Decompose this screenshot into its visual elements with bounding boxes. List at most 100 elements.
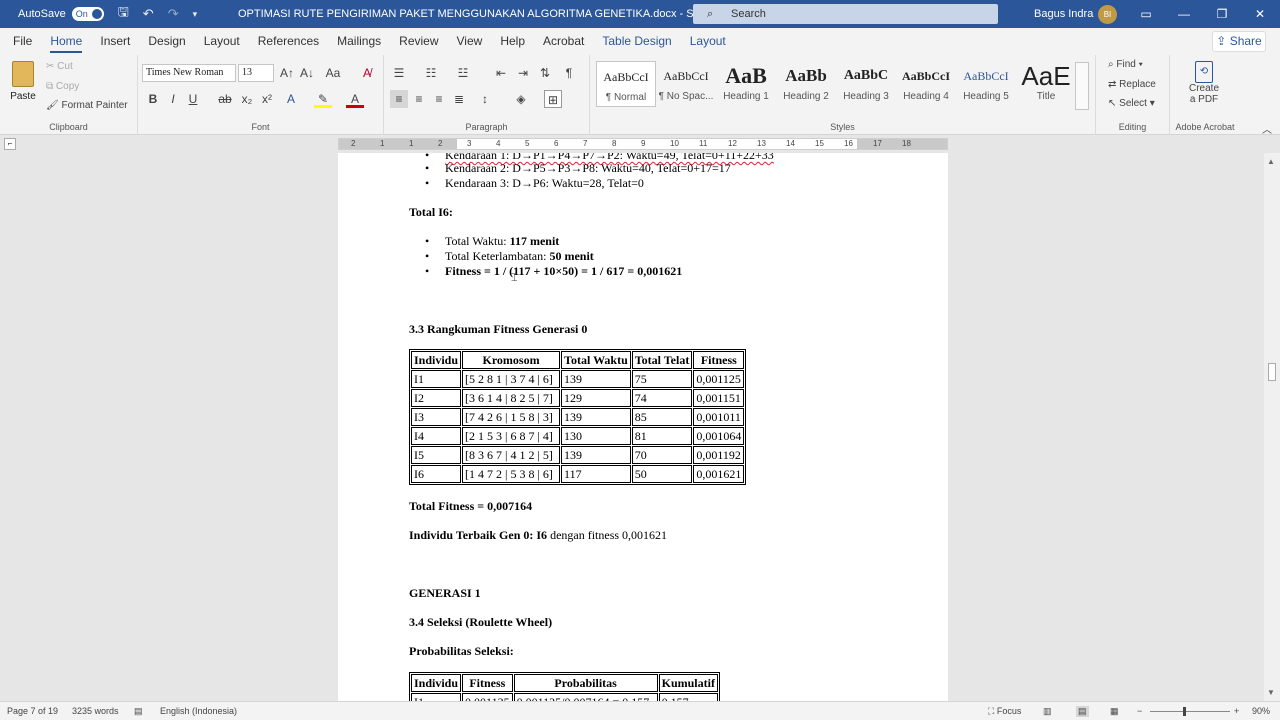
page-indicator[interactable]: Page 7 of 19	[7, 706, 58, 716]
style-title[interactable]: AaE Title	[1016, 61, 1076, 107]
align-right-icon[interactable]: ≡	[430, 90, 448, 108]
tab-insert[interactable]: Insert	[91, 28, 139, 55]
text-effects-icon[interactable]: A	[282, 90, 300, 108]
scroll-up-icon[interactable]: ▲	[1267, 157, 1275, 166]
font-name-select[interactable]: Times New Roman	[142, 64, 236, 82]
tab-acrobat[interactable]: Acrobat	[534, 28, 593, 55]
tab-mailings[interactable]: Mailings	[328, 28, 390, 55]
undo-icon[interactable]: ↶	[143, 6, 154, 22]
zoom-slider[interactable]	[1150, 711, 1230, 712]
styles-gallery-scroll[interactable]	[1075, 62, 1089, 110]
focus-button[interactable]: ⛶ Focus	[988, 706, 1021, 717]
style-heading-1[interactable]: AaB Heading 1	[716, 61, 776, 107]
tab-home[interactable]: Home	[41, 28, 91, 55]
cut-button[interactable]: ✂ Cut	[46, 61, 73, 72]
tab-references[interactable]: References	[249, 28, 328, 55]
clear-formatting-icon[interactable]: A̸	[358, 64, 376, 82]
underline-icon[interactable]: U	[184, 90, 202, 108]
ribbon-display-icon[interactable]: ▭	[1126, 0, 1166, 28]
tab-view[interactable]: View	[448, 28, 492, 55]
zoom-out-icon[interactable]: −	[1137, 706, 1142, 716]
sort-icon[interactable]: ⇅	[536, 64, 554, 82]
format-painter-button[interactable]: 🖌 Format Painter	[46, 100, 128, 111]
shrink-font-icon[interactable]: A↓	[298, 64, 316, 82]
proofing-icon[interactable]: ▤	[134, 706, 143, 717]
redo-icon[interactable]: ↷	[168, 6, 179, 22]
zoom-level[interactable]: 90%	[1252, 706, 1270, 716]
show-formatting-icon[interactable]: ¶	[560, 64, 578, 82]
style-heading-5[interactable]: AaBbCcI Heading 5	[956, 61, 1016, 107]
style-heading-2[interactable]: AaBb Heading 2	[776, 61, 836, 107]
minimize-icon[interactable]: —	[1164, 0, 1204, 28]
create-pdf-button[interactable]: ⟲ Create a PDF	[1184, 61, 1224, 105]
tab-review[interactable]: Review	[390, 28, 447, 55]
print-layout-icon[interactable]: ▤	[1076, 706, 1089, 717]
share-label: Share	[1229, 34, 1262, 48]
tab-design[interactable]: Design	[139, 28, 194, 55]
decrease-indent-icon[interactable]: ⇤	[492, 64, 510, 82]
font-color-icon[interactable]: A	[346, 90, 364, 108]
multilevel-list-icon[interactable]: ☳	[454, 64, 472, 82]
document-title[interactable]: OPTIMASI RUTE PENGIRIMAN PAKET MENGGUNAK…	[238, 0, 717, 28]
grow-font-icon[interactable]: A↑	[278, 64, 296, 82]
language-indicator[interactable]: English (Indonesia)	[160, 706, 237, 716]
tab-table-layout[interactable]: Layout	[681, 28, 735, 55]
replace-label: Replace	[1119, 79, 1156, 90]
text-cursor-icon: ⌶	[511, 272, 518, 284]
font-size-value: 13	[242, 67, 252, 78]
horizontal-ruler[interactable]: 2 1 1 2 3 4 5 6 7 8 9 10 11 12 13 14 15 16 17 18	[338, 138, 948, 150]
replace-button[interactable]: ⇄ Replace	[1108, 79, 1156, 90]
close-icon[interactable]: ✕	[1240, 0, 1280, 28]
justify-icon[interactable]: ≣	[450, 90, 468, 108]
numbering-icon[interactable]: ☷	[422, 64, 440, 82]
zoom-slider-knob[interactable]	[1183, 707, 1186, 716]
align-left-icon[interactable]: ≡	[390, 90, 408, 108]
word-count[interactable]: 3235 words	[72, 706, 119, 716]
subscript-icon[interactable]: x₂	[238, 90, 256, 108]
copy-button[interactable]: ⧉ Copy	[46, 81, 79, 92]
style-heading-3[interactable]: AaBbC Heading 3	[836, 61, 896, 107]
bullets-icon[interactable]: ☰	[390, 64, 408, 82]
tab-table-design[interactable]: Table Design	[593, 28, 680, 55]
shading-icon[interactable]: ◈	[512, 90, 530, 108]
tab-file[interactable]: File	[4, 28, 41, 55]
align-center-icon[interactable]: ≡	[410, 90, 428, 108]
share-button[interactable]: ⇪ Share	[1212, 31, 1266, 52]
strikethrough-icon[interactable]: ab	[216, 90, 234, 108]
find-button[interactable]: ⌕ Find ▾	[1108, 59, 1143, 70]
tab-selector[interactable]: ⌐	[4, 138, 16, 150]
tab-layout[interactable]: Layout	[195, 28, 249, 55]
style-no-spacing[interactable]: AaBbCcI ¶ No Spac...	[656, 61, 716, 107]
style-sample: AaBbC	[843, 68, 889, 83]
line-spacing-icon[interactable]: ↕	[476, 90, 494, 108]
scroll-thumb[interactable]	[1268, 363, 1276, 381]
web-layout-icon[interactable]: ▦	[1110, 706, 1119, 717]
customize-toolbar-icon[interactable]: ▾	[193, 9, 198, 20]
italic-icon[interactable]: I	[164, 90, 182, 108]
highlight-icon[interactable]: ✎	[314, 90, 332, 108]
style-normal[interactable]: AaBbCcI ¶ Normal	[596, 61, 656, 107]
table-header-cell: Probabilitas	[513, 674, 658, 692]
paste-button[interactable]: Paste	[8, 61, 38, 102]
change-case-icon[interactable]: Aa	[324, 64, 342, 82]
style-heading-4[interactable]: AaBbCcI Heading 4	[896, 61, 956, 107]
user-name[interactable]: Bagus Indra	[1034, 8, 1093, 20]
increase-indent-icon[interactable]: ⇥	[514, 64, 532, 82]
table-cell: I2	[411, 389, 462, 407]
select-button[interactable]: ↖ Select ▾	[1108, 98, 1155, 109]
bold-icon[interactable]: B	[144, 90, 162, 108]
collapse-ribbon-icon[interactable]: ︿	[1262, 121, 1272, 136]
search-box[interactable]: ⌕ Search	[693, 4, 998, 24]
scroll-down-icon[interactable]: ▼	[1267, 688, 1275, 697]
save-icon[interactable]: 🖫	[118, 3, 129, 25]
maximize-icon[interactable]: ❐	[1202, 0, 1242, 28]
superscript-icon[interactable]: x²	[258, 90, 276, 108]
autosave-toggle[interactable]: On	[71, 7, 104, 21]
tab-help[interactable]: Help	[491, 28, 534, 55]
read-mode-icon[interactable]: ▥	[1043, 706, 1052, 717]
avatar[interactable]: BI	[1098, 5, 1117, 24]
borders-icon[interactable]: ⊞	[544, 90, 562, 108]
zoom-in-icon[interactable]: +	[1234, 706, 1239, 716]
vertical-scrollbar[interactable]: ▲ ▼	[1264, 153, 1280, 701]
font-size-select[interactable]: 13	[238, 64, 274, 82]
